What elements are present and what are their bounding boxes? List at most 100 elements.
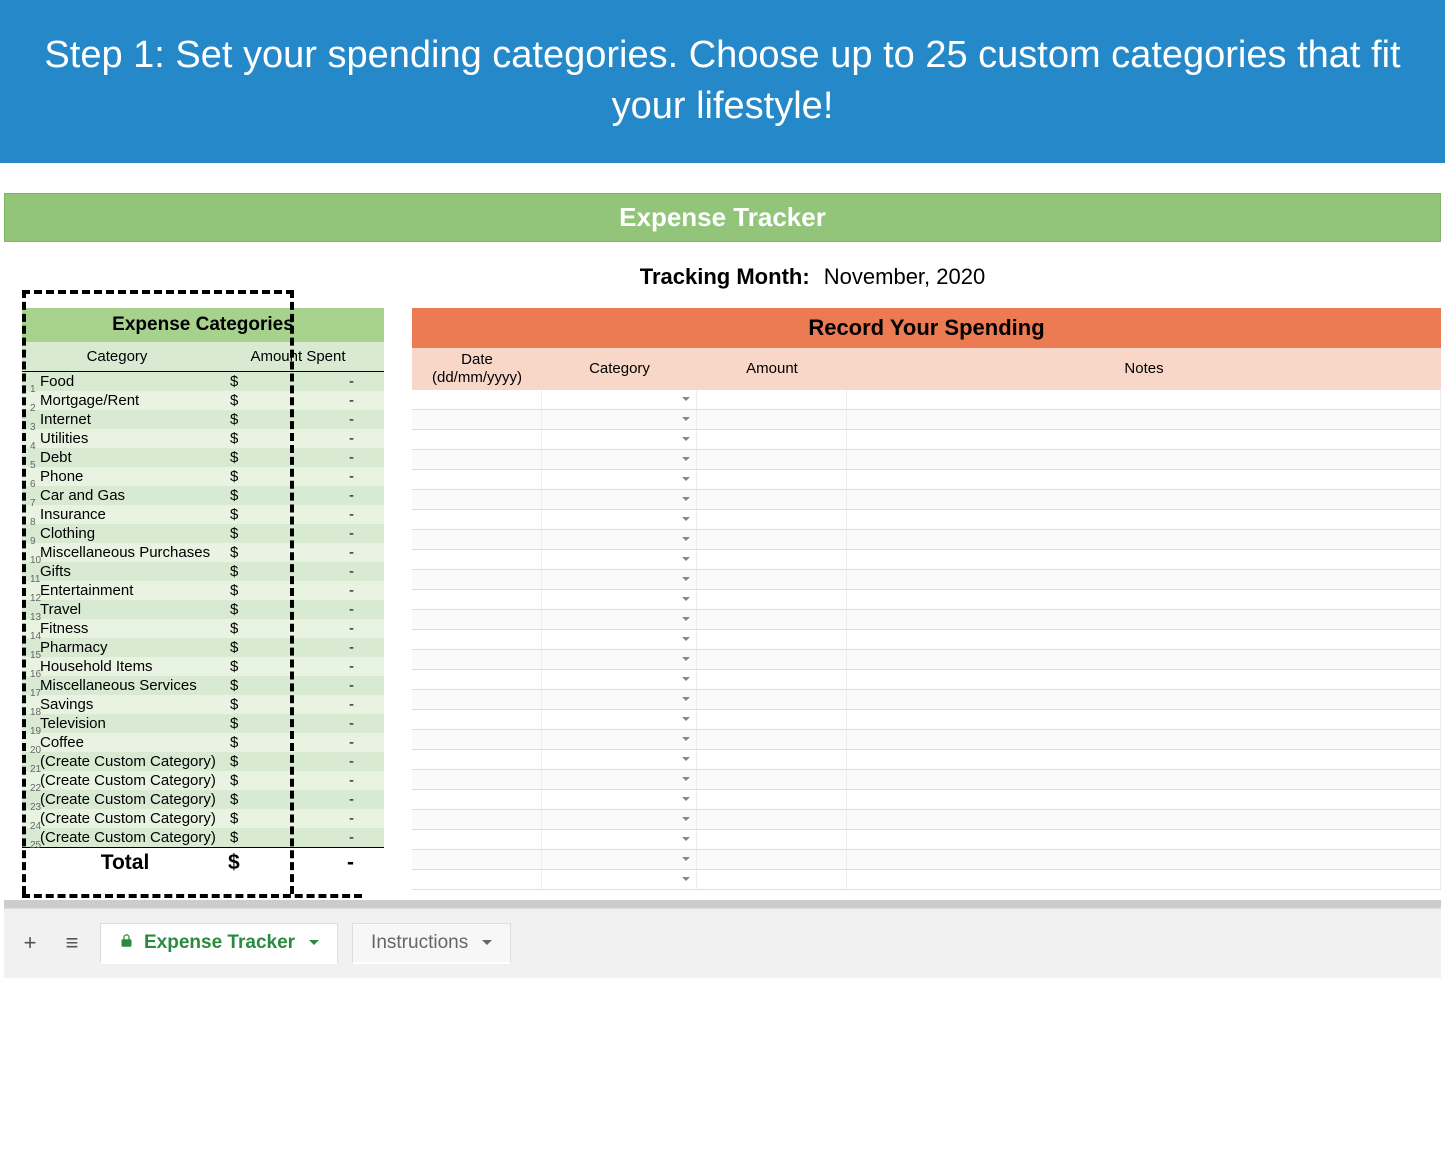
amount-cell[interactable] (697, 790, 847, 809)
notes-cell[interactable] (847, 670, 1441, 689)
notes-cell[interactable] (847, 590, 1441, 609)
category-dropdown-cell[interactable] (542, 470, 697, 489)
category-dropdown-cell[interactable] (542, 770, 697, 789)
date-cell[interactable] (412, 490, 542, 509)
category-dropdown-cell[interactable] (542, 590, 697, 609)
notes-cell[interactable] (847, 450, 1441, 469)
date-cell[interactable] (412, 550, 542, 569)
category-name-cell[interactable]: Clothing (36, 524, 226, 543)
notes-cell[interactable] (847, 630, 1441, 649)
amount-cell[interactable] (697, 530, 847, 549)
amount-cell[interactable] (697, 470, 847, 489)
date-cell[interactable] (412, 450, 542, 469)
date-cell[interactable] (412, 470, 542, 489)
date-cell[interactable] (412, 670, 542, 689)
date-cell[interactable] (412, 690, 542, 709)
amount-cell[interactable] (697, 510, 847, 529)
category-name-cell[interactable]: Household Items (36, 657, 226, 676)
add-sheet-button[interactable]: + (16, 929, 44, 957)
date-cell[interactable] (412, 390, 542, 409)
amount-cell[interactable] (697, 410, 847, 429)
amount-cell[interactable] (697, 450, 847, 469)
amount-cell[interactable] (697, 730, 847, 749)
date-cell[interactable] (412, 590, 542, 609)
category-dropdown-cell[interactable] (542, 450, 697, 469)
date-cell[interactable] (412, 790, 542, 809)
category-dropdown-cell[interactable] (542, 510, 697, 529)
notes-cell[interactable] (847, 390, 1441, 409)
category-dropdown-cell[interactable] (542, 870, 697, 889)
notes-cell[interactable] (847, 490, 1441, 509)
amount-cell[interactable] (697, 390, 847, 409)
amount-cell[interactable] (697, 830, 847, 849)
notes-cell[interactable] (847, 750, 1441, 769)
date-cell[interactable] (412, 850, 542, 869)
notes-cell[interactable] (847, 430, 1441, 449)
category-dropdown-cell[interactable] (542, 390, 697, 409)
category-dropdown-cell[interactable] (542, 650, 697, 669)
date-cell[interactable] (412, 410, 542, 429)
category-name-cell[interactable]: Gifts (36, 562, 226, 581)
sheet-tab-expense-tracker[interactable]: Expense Tracker (100, 923, 338, 964)
category-name-cell[interactable]: Miscellaneous Purchases (36, 543, 226, 562)
sheet-tab-instructions[interactable]: Instructions (352, 923, 511, 964)
category-dropdown-cell[interactable] (542, 810, 697, 829)
amount-cell[interactable] (697, 670, 847, 689)
category-dropdown-cell[interactable] (542, 750, 697, 769)
notes-cell[interactable] (847, 510, 1441, 529)
category-dropdown-cell[interactable] (542, 670, 697, 689)
category-name-cell[interactable]: Travel (36, 600, 226, 619)
category-name-cell[interactable]: Food (36, 372, 226, 391)
amount-cell[interactable] (697, 590, 847, 609)
date-cell[interactable] (412, 810, 542, 829)
amount-cell[interactable] (697, 430, 847, 449)
notes-cell[interactable] (847, 650, 1441, 669)
category-dropdown-cell[interactable] (542, 790, 697, 809)
category-name-cell[interactable]: Television (36, 714, 226, 733)
category-name-cell[interactable]: (Create Custom Category) (36, 771, 226, 790)
category-dropdown-cell[interactable] (542, 570, 697, 589)
amount-cell[interactable] (697, 550, 847, 569)
notes-cell[interactable] (847, 530, 1441, 549)
category-name-cell[interactable]: Mortgage/Rent (36, 391, 226, 410)
date-cell[interactable] (412, 750, 542, 769)
notes-cell[interactable] (847, 710, 1441, 729)
category-name-cell[interactable]: Insurance (36, 505, 226, 524)
category-dropdown-cell[interactable] (542, 730, 697, 749)
date-cell[interactable] (412, 830, 542, 849)
category-name-cell[interactable]: (Create Custom Category) (36, 790, 226, 809)
notes-cell[interactable] (847, 870, 1441, 889)
date-cell[interactable] (412, 610, 542, 629)
category-dropdown-cell[interactable] (542, 710, 697, 729)
date-cell[interactable] (412, 730, 542, 749)
category-dropdown-cell[interactable] (542, 830, 697, 849)
amount-cell[interactable] (697, 570, 847, 589)
amount-cell[interactable] (697, 610, 847, 629)
category-name-cell[interactable]: (Create Custom Category) (36, 828, 226, 847)
category-name-cell[interactable]: (Create Custom Category) (36, 752, 226, 771)
notes-cell[interactable] (847, 410, 1441, 429)
category-dropdown-cell[interactable] (542, 630, 697, 649)
amount-cell[interactable] (697, 750, 847, 769)
date-cell[interactable] (412, 570, 542, 589)
notes-cell[interactable] (847, 610, 1441, 629)
notes-cell[interactable] (847, 730, 1441, 749)
category-dropdown-cell[interactable] (542, 410, 697, 429)
category-dropdown-cell[interactable] (542, 530, 697, 549)
notes-cell[interactable] (847, 690, 1441, 709)
notes-cell[interactable] (847, 770, 1441, 789)
category-dropdown-cell[interactable] (542, 550, 697, 569)
notes-cell[interactable] (847, 550, 1441, 569)
category-dropdown-cell[interactable] (542, 490, 697, 509)
category-name-cell[interactable]: Fitness (36, 619, 226, 638)
category-name-cell[interactable]: Miscellaneous Services (36, 676, 226, 695)
date-cell[interactable] (412, 770, 542, 789)
notes-cell[interactable] (847, 850, 1441, 869)
amount-cell[interactable] (697, 630, 847, 649)
date-cell[interactable] (412, 510, 542, 529)
amount-cell[interactable] (697, 690, 847, 709)
date-cell[interactable] (412, 530, 542, 549)
amount-cell[interactable] (697, 870, 847, 889)
date-cell[interactable] (412, 430, 542, 449)
date-cell[interactable] (412, 650, 542, 669)
